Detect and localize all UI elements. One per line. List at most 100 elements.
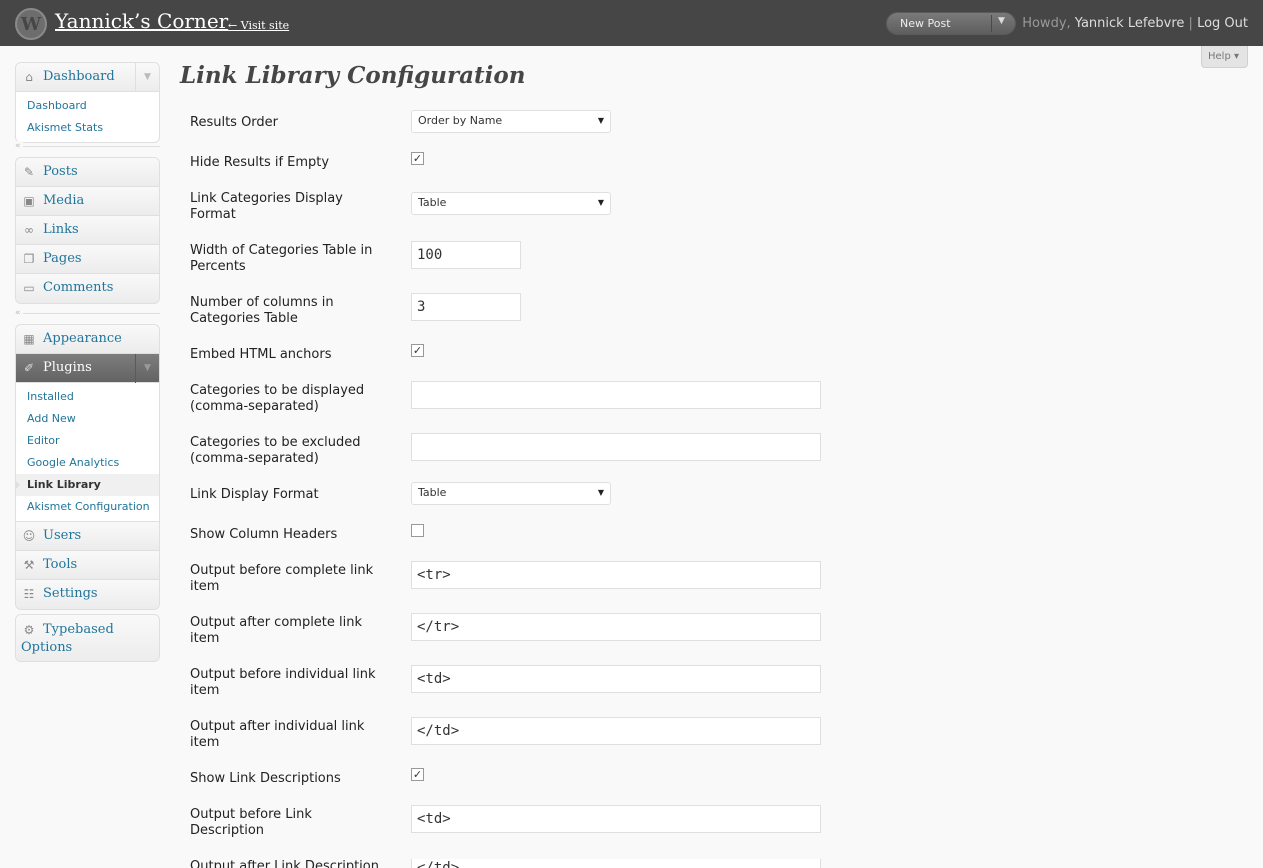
menu-comments[interactable]: ▭ Comments (16, 274, 159, 303)
menu-group-typebased: ⚙ Typebased Options (15, 614, 160, 662)
menu-settings-label: Settings (43, 586, 98, 601)
cats-displayed-input[interactable] (411, 381, 821, 409)
user-name-link[interactable]: Yannick Lefebvre (1075, 16, 1185, 31)
after-link-input[interactable]: </td> (411, 717, 821, 745)
after-item-label: Output after complete link item (190, 615, 363, 646)
dropdown-arrow-icon: ▼ (597, 488, 604, 497)
home-icon: ⌂ (25, 70, 33, 84)
cat-columns-input[interactable]: 3 (411, 293, 521, 321)
before-item-input[interactable]: <tr> (411, 561, 821, 589)
submenu-item-google-analytics[interactable]: Google Analytics (16, 452, 159, 474)
form-row-after-desc: Output after Link Description </td> (190, 859, 830, 868)
menu-separator (15, 146, 160, 147)
menu-comments-label: Comments (43, 280, 114, 295)
menu-links[interactable]: ∞ Links (16, 216, 159, 245)
menu-posts-label: Posts (43, 164, 78, 179)
cats-excluded-input[interactable] (411, 433, 821, 461)
show-col-headers-label: Show Column Headers (190, 527, 338, 542)
before-desc-input[interactable]: <td> (411, 805, 821, 833)
before-desc-label: Output before Link Description (190, 807, 312, 838)
menu-plugins[interactable]: ✐ Plugins ▼ (16, 354, 159, 383)
menu-dashboard[interactable]: ⌂ Dashboard ▼ (16, 63, 159, 92)
menu-tools[interactable]: ⚒ Tools (16, 551, 159, 580)
collapse-icon[interactable]: « (15, 141, 23, 151)
submenu-dashboard: Dashboard Akismet Stats (16, 92, 159, 142)
dropdown-arrow-icon: ▼ (597, 116, 604, 125)
results-order-value: Order by Name (418, 114, 503, 127)
embed-anchors-label: Embed HTML anchors (190, 347, 332, 362)
menu-pages[interactable]: ❐ Pages (16, 245, 159, 274)
before-link-label: Output before individual link item (190, 667, 376, 698)
link-display-format-label: Link Display Format (190, 487, 319, 502)
before-link-input[interactable]: <td> (411, 665, 821, 693)
menu-settings[interactable]: ☷ Settings (16, 580, 159, 609)
menu-users[interactable]: ☺ Users (16, 522, 159, 551)
menu-dashboard-label: Dashboard (43, 69, 115, 84)
tools-icon: ⚒ (23, 558, 35, 572)
howdy-text: Howdy, (1022, 16, 1071, 31)
cat-display-format-select[interactable]: Table ▼ (411, 192, 611, 215)
collapse-icon[interactable]: « (15, 308, 23, 318)
logout-link[interactable]: Log Out (1197, 16, 1248, 31)
menu-media-label: Media (43, 193, 85, 208)
hide-results-checkbox[interactable]: ✓ (411, 152, 424, 165)
results-order-label: Results Order (190, 115, 279, 130)
after-desc-input[interactable]: </td> (411, 859, 821, 868)
submenu-item-editor[interactable]: Editor (16, 430, 159, 452)
cat-columns-label: Number of columns in Categories Table (190, 295, 334, 326)
menu-group-dashboard: ⌂ Dashboard ▼ Dashboard Akismet Stats (15, 62, 160, 143)
submenu-item-add-new[interactable]: Add New (16, 408, 159, 430)
cats-displayed-label: Categories to be displayed (comma-separa… (190, 383, 365, 414)
chevron-down-icon[interactable]: ▼ (135, 63, 159, 92)
settings-icon: ☷ (23, 587, 35, 601)
embed-anchors-checkbox[interactable]: ✓ (411, 344, 424, 357)
link-display-format-select[interactable]: Table ▼ (411, 482, 611, 505)
menu-appearance-label: Appearance (43, 331, 122, 346)
menu-appearance[interactable]: ▦ Appearance (16, 325, 159, 354)
site-title[interactable]: Yannick’s Corner (55, 9, 228, 33)
new-post-button[interactable]: New Post ▼ (886, 12, 1016, 35)
appearance-icon: ▦ (23, 332, 35, 346)
menu-pages-label: Pages (43, 251, 82, 266)
menu-users-label: Users (43, 528, 82, 543)
chevron-down-icon[interactable]: ▼ (135, 354, 159, 383)
menu-tools-label: Tools (43, 557, 78, 572)
help-button[interactable]: Help ▾ (1201, 46, 1248, 68)
users-icon: ☺ (22, 529, 36, 543)
page-title: Link Library Configuration (180, 62, 526, 89)
cat-display-format-label: Link Categories Display Format (190, 191, 343, 222)
show-descriptions-label: Show Link Descriptions (190, 771, 341, 786)
pushpin-icon: ✎ (23, 165, 35, 179)
pages-icon: ❐ (23, 252, 35, 266)
submenu-item-link-library[interactable]: Link Library (16, 474, 159, 496)
before-item-label: Output before complete link item (190, 563, 374, 594)
menu-media[interactable]: ▣ Media (16, 187, 159, 216)
submenu-item-akismet-stats[interactable]: Akismet Stats (16, 117, 159, 139)
cat-table-width-input[interactable]: 100 (411, 241, 521, 269)
media-icon: ▣ (23, 194, 35, 208)
menu-group-admin: ▦ Appearance ✐ Plugins ▼ Installed Add N… (15, 324, 160, 610)
submenu-item-dashboard[interactable]: Dashboard (16, 95, 159, 117)
after-item-input[interactable]: </tr> (411, 613, 821, 641)
menu-typebased-options[interactable]: ⚙ Typebased Options (16, 615, 159, 661)
cat-table-width-label: Width of Categories Table in Percents (190, 243, 373, 274)
submenu-item-installed[interactable]: Installed (16, 386, 159, 408)
menu-typebased-label: Typebased Options (21, 622, 114, 655)
menu-plugins-label: Plugins (43, 360, 92, 375)
after-desc-label: Output after Link Description (190, 859, 379, 868)
new-post-label: New Post (900, 17, 951, 30)
show-col-headers-checkbox[interactable] (411, 524, 424, 537)
admin-header: W Yannick’s Corner ← Visit site New Post… (0, 0, 1263, 46)
submenu-item-akismet-configuration[interactable]: Akismet Configuration (16, 496, 159, 518)
visit-site-link[interactable]: ← Visit site (228, 19, 289, 32)
hide-results-label: Hide Results if Empty (190, 155, 330, 170)
wordpress-logo-icon: W (15, 8, 47, 40)
chevron-down-icon[interactable]: ▼ (998, 16, 1005, 26)
cat-display-format-value: Table (418, 196, 447, 209)
results-order-select[interactable]: Order by Name ▼ (411, 110, 611, 133)
cats-excluded-label: Categories to be excluded (comma-separat… (190, 435, 361, 466)
menu-posts[interactable]: ✎ Posts (16, 158, 159, 187)
dropdown-arrow-icon: ▼ (597, 198, 604, 207)
plugin-icon: ✐ (23, 361, 35, 375)
show-descriptions-checkbox[interactable]: ✓ (411, 768, 424, 781)
